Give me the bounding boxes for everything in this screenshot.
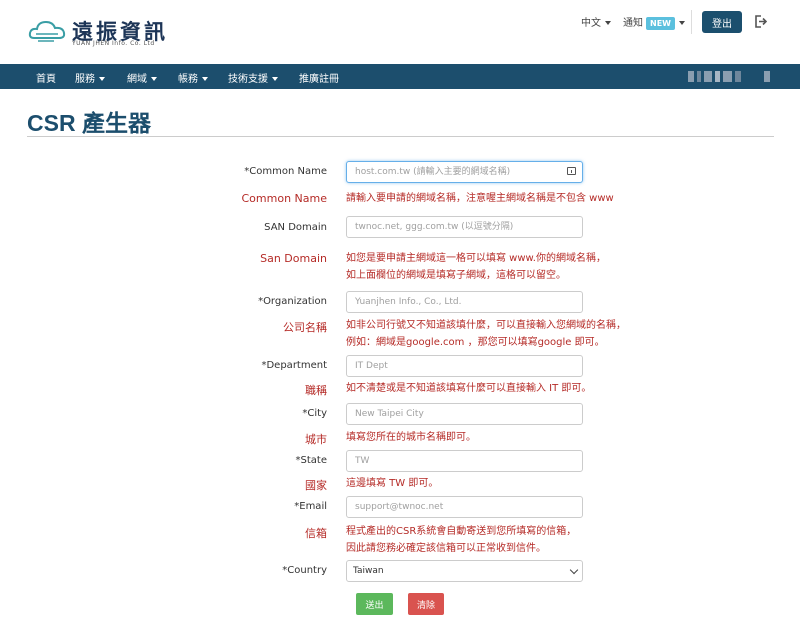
department-hint-label: 職稱 bbox=[305, 384, 327, 397]
logo-subtitle: YUAN JHEN Info. Co. Ltd bbox=[72, 40, 155, 47]
page-title: CSR 產生器 bbox=[27, 110, 151, 136]
san-domain-hint: 如您是要申請主網域這一格可以填寫 www.你的網域名稱， 如上面欄位的網域是填寫… bbox=[346, 250, 606, 284]
nav-label: 首頁 bbox=[36, 74, 56, 85]
input-assist-icon bbox=[567, 167, 576, 175]
logout-button[interactable]: 登出 bbox=[702, 11, 742, 33]
organization-input[interactable] bbox=[346, 291, 583, 313]
chevron-down-icon bbox=[272, 77, 278, 81]
notification-dropdown[interactable]: 通知 NEW bbox=[623, 14, 685, 30]
language-dropdown[interactable]: 中文 bbox=[581, 14, 611, 29]
chevron-down-icon bbox=[99, 77, 105, 81]
common-name-hint: 請輸入要申請的網域名稱，注意喔主網域名稱是不包含 www bbox=[346, 193, 614, 204]
organization-label: *Organization bbox=[258, 296, 327, 307]
san-domain-label: SAN Domain bbox=[264, 222, 327, 233]
logo[interactable]: 遠振資訊 YUAN JHEN Info. Co. Ltd bbox=[28, 14, 188, 50]
city-hint: 填寫您所在的城市名稱即可。 bbox=[346, 432, 476, 443]
chevron-down-icon bbox=[151, 77, 157, 81]
submit-button[interactable]: 送出 bbox=[356, 593, 393, 615]
state-label: *State bbox=[295, 455, 327, 466]
hint-line: 因此請您務必確定該信箱可以正常收到信件。 bbox=[346, 543, 546, 554]
chevron-down-icon bbox=[605, 21, 611, 25]
common-name-hint-label: Common Name bbox=[241, 192, 328, 205]
clear-button[interactable]: 清除 bbox=[408, 593, 444, 615]
nav-label: 帳務 bbox=[178, 74, 198, 85]
san-domain-input[interactable] bbox=[346, 216, 583, 238]
city-label: *City bbox=[302, 408, 327, 419]
email-label: *Email bbox=[294, 501, 327, 512]
city-input[interactable] bbox=[346, 403, 583, 425]
common-name-label: *Common Name bbox=[244, 166, 327, 177]
nav-item-billing[interactable]: 帳務 bbox=[178, 70, 208, 85]
state-hint: 這邊填寫 TW 即可。 bbox=[346, 478, 439, 489]
nav-item-support[interactable]: 技術支援 bbox=[228, 70, 278, 85]
country-select[interactable]: Taiwan bbox=[346, 560, 583, 582]
nav-label: 網域 bbox=[127, 74, 147, 85]
hint-line: 如非公司行號又不知道該填什麼，可以直接輸入您網域的名稱， bbox=[346, 320, 626, 331]
common-name-input[interactable] bbox=[346, 161, 583, 183]
state-input[interactable] bbox=[346, 450, 583, 472]
hint-line: 例如：網域是google.com ，那您可以填寫google 即可。 bbox=[346, 337, 605, 348]
blurred-account-area bbox=[688, 71, 772, 82]
san-domain-hint-label: San Domain bbox=[260, 252, 327, 265]
main-nav: 首頁 服務 網域 帳務 技術支援 推廣註冊 bbox=[0, 64, 800, 89]
divider bbox=[691, 10, 692, 34]
hint-line: 如上面欄位的網域是填寫子網域，這格可以留空。 bbox=[346, 270, 566, 281]
hint-line: 程式產出的CSR系統會自動寄送到您所填寫的信箱， bbox=[346, 526, 577, 537]
nav-item-home[interactable]: 首頁 bbox=[36, 70, 56, 85]
chevron-down-icon bbox=[678, 21, 685, 25]
country-label: *Country bbox=[282, 565, 327, 576]
department-hint: 如不清楚或是不知道該填寫什麼可以直接輸入 IT 即可。 bbox=[346, 383, 592, 394]
nav-label: 推廣註冊 bbox=[299, 74, 339, 85]
email-input[interactable] bbox=[346, 496, 583, 518]
notify-label: 通知 bbox=[623, 18, 643, 29]
sign-out-icon[interactable] bbox=[754, 15, 767, 28]
city-hint-label: 城市 bbox=[305, 433, 327, 446]
chevron-down-icon bbox=[202, 77, 208, 81]
nav-label: 服務 bbox=[75, 74, 95, 85]
state-hint-label: 國家 bbox=[305, 479, 327, 492]
hint-line: 如您是要申請主網域這一格可以填寫 www.你的網域名稱， bbox=[346, 253, 606, 264]
cloud-logo-icon bbox=[28, 20, 66, 42]
organization-hint-label: 公司名稱 bbox=[283, 321, 327, 334]
title-divider bbox=[27, 136, 774, 137]
department-label: *Department bbox=[261, 360, 327, 371]
email-hint-label: 信箱 bbox=[305, 527, 327, 540]
organization-hint: 如非公司行號又不知道該填什麼，可以直接輸入您網域的名稱， 例如：網域是googl… bbox=[346, 317, 626, 351]
language-label: 中文 bbox=[581, 18, 601, 29]
department-input[interactable] bbox=[346, 355, 583, 377]
nav-item-domains[interactable]: 網域 bbox=[127, 70, 157, 85]
new-badge: NEW bbox=[646, 16, 675, 30]
nav-item-services[interactable]: 服務 bbox=[75, 70, 105, 85]
nav-item-referral[interactable]: 推廣註冊 bbox=[299, 70, 339, 85]
top-header: 遠振資訊 YUAN JHEN Info. Co. Ltd 中文 通知 NEW 登出 bbox=[0, 0, 800, 64]
email-hint: 程式產出的CSR系統會自動寄送到您所填寫的信箱， 因此請您務必確定該信箱可以正常… bbox=[346, 523, 576, 557]
nav-label: 技術支援 bbox=[228, 74, 268, 85]
